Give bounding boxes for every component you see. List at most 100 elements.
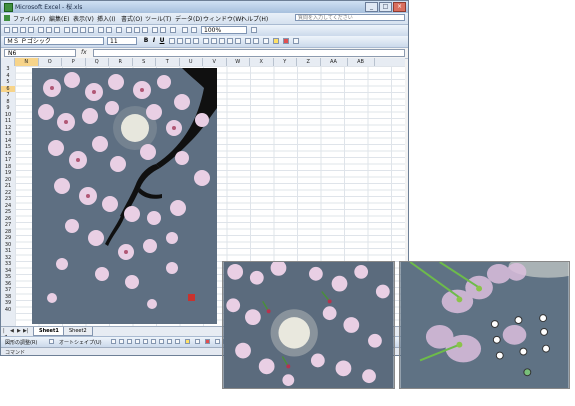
column-header[interactable]: W <box>227 58 250 66</box>
comma-icon[interactable] <box>219 38 225 44</box>
font-select[interactable]: ＭＳ Ｐゴシック <box>4 37 104 45</box>
sheet-tab-1[interactable]: Sheet1 <box>33 327 65 336</box>
fill-color-draw-icon[interactable] <box>185 339 190 344</box>
increase-indent-icon[interactable] <box>253 38 259 44</box>
print-icon[interactable] <box>38 27 44 33</box>
increase-decimal-icon[interactable] <box>227 38 233 44</box>
help-icon[interactable] <box>251 27 257 33</box>
underline-button[interactable]: U <box>159 38 165 44</box>
menu-format[interactable]: 書式(O) <box>121 14 142 23</box>
diagram-icon[interactable] <box>159 339 164 344</box>
column-header[interactable]: X <box>250 58 274 66</box>
autoshapes-menu[interactable]: オートシェイプ(U) <box>59 339 102 346</box>
spelling-icon[interactable] <box>54 27 60 33</box>
new-icon[interactable] <box>4 27 10 33</box>
italic-button[interactable]: I <box>151 38 157 44</box>
menu-file[interactable]: ファイル(F) <box>13 14 45 23</box>
column-header[interactable]: V <box>203 58 227 66</box>
clipart-icon[interactable] <box>167 339 172 344</box>
textbox-icon[interactable] <box>143 339 148 344</box>
menu-data[interactable]: データ(D) <box>175 14 202 23</box>
insert-picture-icon[interactable] <box>182 27 188 33</box>
align-right-icon[interactable] <box>185 38 191 44</box>
bold-button[interactable]: B <box>143 38 149 44</box>
last-sheet-icon[interactable]: ▶| <box>23 328 29 334</box>
column-header[interactable]: P <box>62 58 86 66</box>
decrease-indent-icon[interactable] <box>245 38 251 44</box>
menu-insert[interactable]: 挿入(I) <box>97 14 115 23</box>
print-preview-icon[interactable] <box>46 27 52 33</box>
column-header[interactable]: Q <box>86 58 109 66</box>
menu-window[interactable]: ウィンドウ(W) <box>203 14 244 23</box>
font-color-draw-icon[interactable] <box>205 339 210 344</box>
column-header[interactable]: T <box>156 58 180 66</box>
column-header[interactable]: AB <box>348 58 375 66</box>
column-header[interactable]: Z <box>297 58 321 66</box>
row-header[interactable]: 40 <box>1 307 15 314</box>
align-left-icon[interactable] <box>169 38 175 44</box>
prev-sheet-icon[interactable]: ◀ <box>10 328 15 334</box>
open-icon[interactable] <box>12 27 18 33</box>
drawing-icon[interactable] <box>160 27 166 33</box>
fill-color-icon[interactable] <box>273 38 279 44</box>
picture-icon[interactable] <box>175 339 180 344</box>
line-icon[interactable] <box>111 339 116 344</box>
borders-icon[interactable] <box>263 38 269 44</box>
decrease-decimal-icon[interactable] <box>235 38 241 44</box>
formula-input[interactable] <box>93 49 405 57</box>
align-center-icon[interactable] <box>177 38 183 44</box>
redo-icon[interactable] <box>106 27 112 33</box>
format-painter-icon[interactable] <box>88 27 94 33</box>
menu-view[interactable]: 表示(V) <box>73 14 94 23</box>
rectangle-icon[interactable] <box>127 339 132 344</box>
merge-center-icon[interactable] <box>193 38 199 44</box>
select-objects-icon[interactable] <box>49 339 54 344</box>
undo-icon[interactable] <box>98 27 104 33</box>
arrow-icon[interactable] <box>119 339 124 344</box>
menu-tools[interactable]: ツール(T) <box>145 14 171 23</box>
menu-help[interactable]: ヘルプ(H) <box>241 14 268 23</box>
help-search-input[interactable]: 質問を入力してください <box>295 14 405 21</box>
maximize-button[interactable]: □ <box>379 2 392 12</box>
close-button[interactable]: × <box>393 2 406 12</box>
next-sheet-icon[interactable]: ▶ <box>17 328 22 334</box>
column-header[interactable]: U <box>180 58 203 66</box>
sort-desc-icon[interactable] <box>142 27 148 33</box>
corner-select-all[interactable] <box>1 58 15 66</box>
column-header[interactable]: Y <box>274 58 297 66</box>
fx-icon[interactable]: fx <box>81 49 87 56</box>
line-style-icon[interactable] <box>215 339 220 344</box>
hyperlink-icon[interactable] <box>116 27 122 33</box>
cut-icon[interactable] <box>64 27 70 33</box>
autosum-icon[interactable] <box>126 27 132 33</box>
draw-menu[interactable]: 図形の調整(R) <box>5 339 37 346</box>
zoom-select[interactable]: 100% <box>201 26 247 34</box>
column-header[interactable]: O <box>39 58 62 66</box>
name-box[interactable]: N6 <box>4 49 76 57</box>
save-icon[interactable] <box>20 27 26 33</box>
font-color-icon[interactable] <box>283 38 289 44</box>
workbook-icon[interactable] <box>4 15 10 21</box>
column-header[interactable]: AA <box>321 58 348 66</box>
sheet-tab-2[interactable]: Sheet2 <box>63 327 93 336</box>
percent-icon[interactable] <box>211 38 217 44</box>
copy-icon[interactable] <box>72 27 78 33</box>
image-tool-icon[interactable] <box>191 27 197 33</box>
column-header[interactable]: N <box>15 58 39 66</box>
cherry-blossom-artwork[interactable] <box>32 68 217 324</box>
column-header[interactable]: S <box>133 58 156 66</box>
column-header[interactable]: R <box>109 58 133 66</box>
font-size-select[interactable]: 11 <box>107 37 137 45</box>
oval-icon[interactable] <box>135 339 140 344</box>
research-icon[interactable] <box>170 27 176 33</box>
chart-wizard-icon[interactable] <box>152 27 158 33</box>
currency-icon[interactable] <box>203 38 209 44</box>
wordart-icon[interactable] <box>151 339 156 344</box>
menu-edit[interactable]: 編集(E) <box>49 14 69 23</box>
minimize-button[interactable]: _ <box>365 2 378 12</box>
permission-icon[interactable] <box>28 27 34 33</box>
sort-asc-icon[interactable] <box>134 27 140 33</box>
line-color-icon[interactable] <box>195 339 200 344</box>
toolbar-options-icon[interactable] <box>293 38 299 44</box>
paste-icon[interactable] <box>80 27 86 33</box>
